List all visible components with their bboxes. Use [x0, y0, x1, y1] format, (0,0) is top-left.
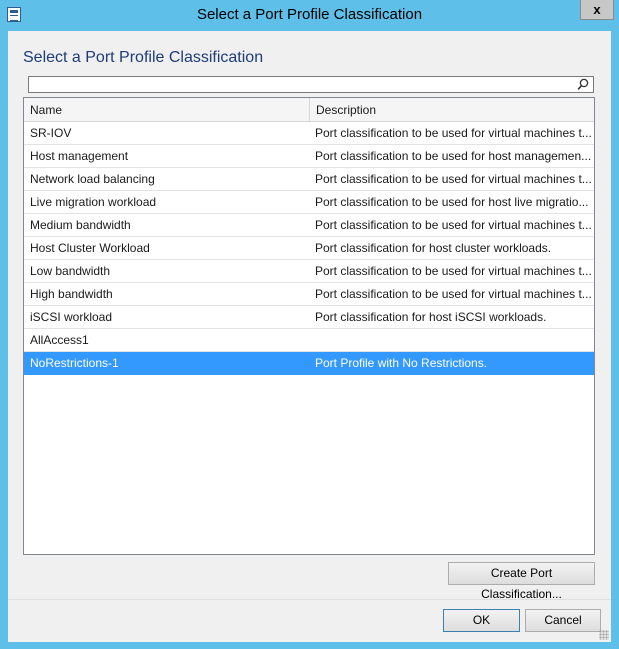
close-icon: x: [593, 2, 601, 17]
row-description: Port classification to be used for virtu…: [315, 264, 591, 278]
table-row[interactable]: AllAccess1: [24, 329, 594, 352]
close-button[interactable]: x: [580, 0, 614, 20]
table-row[interactable]: Host management Port classification to be…: [24, 145, 594, 168]
dialog-body: Select a Port Profile Classification Nam…: [8, 31, 611, 642]
row-name: SR-IOV: [30, 126, 72, 140]
table-row[interactable]: Medium bandwidth Port classification to b…: [24, 214, 594, 237]
table-row[interactable]: NoRestrictions-1 Port Profile with No Res…: [24, 352, 594, 375]
dialog-window: Select a Port Profile Classification x S…: [0, 0, 619, 649]
resize-grip-icon[interactable]: [599, 630, 609, 640]
dialog-footer: OK Cancel: [8, 599, 611, 642]
column-header-name[interactable]: Name: [24, 98, 310, 121]
row-name: iSCSI workload: [30, 310, 113, 324]
row-description: Port Profile with No Restrictions.: [315, 356, 488, 370]
table-row[interactable]: Low bandwidth Port classification to be u…: [24, 260, 594, 283]
cancel-button[interactable]: Cancel: [525, 609, 601, 632]
page-title: Select a Port Profile Classification: [23, 49, 264, 66]
table-row[interactable]: SR-IOV Port classification to be used for…: [24, 122, 594, 145]
row-name: High bandwidth: [30, 287, 113, 301]
row-description: Port classification to be used for virtu…: [315, 218, 591, 232]
table-row[interactable]: Network load balancing Port classificatio…: [24, 168, 594, 191]
table-row[interactable]: Host Cluster Workload Port classification…: [24, 237, 594, 260]
classification-list[interactable]: Name Description SR-IOV Port classificati…: [23, 97, 595, 555]
row-name: Live migration workload: [30, 195, 157, 209]
row-description: Port classification to be used for virtu…: [315, 126, 591, 140]
window-title: Select a Port Profile Classification: [196, 6, 423, 23]
row-description: Port classification to be used for virtu…: [315, 172, 591, 186]
row-description: Port classification to be used for virtu…: [315, 287, 591, 301]
row-description: Port classification for host iSCSI workl…: [315, 310, 547, 324]
row-name: AllAccess1: [30, 333, 89, 347]
row-name: Host management: [30, 149, 129, 163]
title-bar[interactable]: Select a Port Profile Classification x: [0, 0, 619, 31]
ok-button[interactable]: OK: [443, 609, 520, 632]
row-name: NoRestrictions-1: [30, 356, 119, 370]
row-description: Port classification to be used for host …: [315, 195, 589, 209]
column-header-description[interactable]: Description: [310, 98, 594, 121]
row-name: Medium bandwidth: [30, 218, 131, 232]
search-icon[interactable]: [577, 78, 589, 91]
search-input[interactable]: [28, 76, 594, 93]
row-name: Host Cluster Workload: [30, 241, 150, 255]
table-row[interactable]: iSCSI workload Port classification for ho…: [24, 306, 594, 329]
row-description: [315, 329, 591, 351]
table-row[interactable]: Live migration workload Port classificati…: [24, 191, 594, 214]
list-header: Name Description: [24, 98, 594, 122]
row-description: Port classification for host cluster wor…: [315, 241, 552, 255]
row-name: Low bandwidth: [30, 264, 111, 278]
row-description: Port classification to be used for host …: [315, 149, 591, 163]
create-port-classification-button[interactable]: Create Port Classification...: [448, 562, 595, 601]
table-row[interactable]: High bandwidth Port classification to be …: [24, 283, 594, 306]
row-name: Network load balancing: [30, 172, 155, 186]
